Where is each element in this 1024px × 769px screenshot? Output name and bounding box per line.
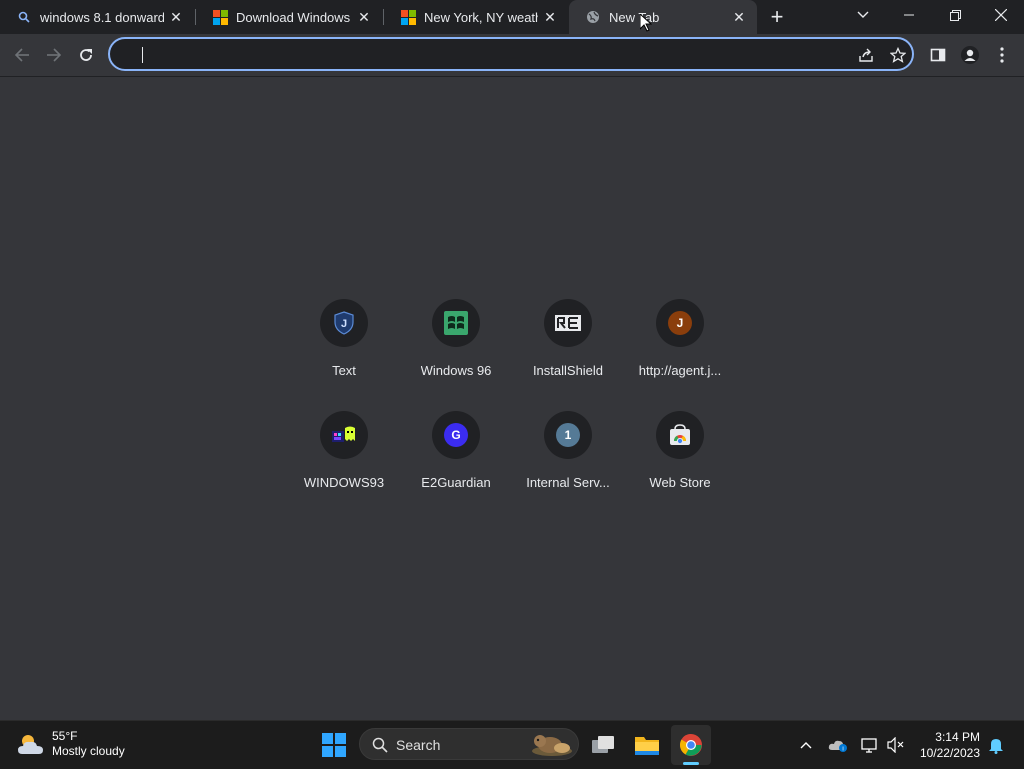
minimize-icon[interactable]: [886, 0, 932, 30]
share-icon[interactable]: [856, 45, 876, 65]
search-highlight-icon: [532, 735, 572, 756]
file-explorer-icon[interactable]: [627, 725, 667, 765]
active-app-indicator: [683, 762, 699, 765]
start-button[interactable]: [322, 733, 346, 757]
close-icon[interactable]: ✕: [731, 9, 747, 25]
taskbar: 55°F Mostly cloudy Search i 3:14 PM 10/2…: [0, 720, 1024, 769]
shortcut-tile[interactable]: Windows 96: [400, 299, 512, 411]
restore-icon[interactable]: [932, 0, 978, 30]
letter-j-icon: J: [668, 311, 692, 335]
j-shield-icon: J: [334, 311, 354, 335]
weather-temp: 55°F: [52, 729, 78, 743]
mouse-cursor-icon: [640, 14, 652, 32]
svg-text:i: i: [842, 747, 843, 753]
letter-1-icon: 1: [556, 423, 580, 447]
close-icon[interactable]: ✕: [356, 9, 372, 25]
shortcut-label: InstallShield: [532, 363, 604, 378]
taskbar-clock[interactable]: 3:14 PM 10/22/2023: [910, 729, 980, 761]
shortcut-tile[interactable]: J http://agent.j...: [624, 299, 736, 411]
shortcut-icon-wrap: [656, 411, 704, 459]
network-icon[interactable]: [860, 735, 880, 755]
close-icon[interactable]: ✕: [168, 9, 184, 25]
shortcut-label: Text: [332, 363, 356, 378]
shortcut-icon-wrap: J: [656, 299, 704, 347]
windows-logo-icon: [322, 733, 346, 757]
reload-icon[interactable]: [70, 39, 102, 71]
close-window-icon[interactable]: [978, 0, 1024, 30]
letter-g-icon: G: [444, 423, 468, 447]
shortcut-icon-wrap: [432, 299, 480, 347]
shortcut-icon-wrap: [320, 411, 368, 459]
profile-avatar-icon[interactable]: [954, 39, 986, 71]
address-bar[interactable]: [108, 37, 914, 71]
notification-bell-icon[interactable]: [986, 735, 1006, 755]
tab-new-tab[interactable]: New Tab ✕: [569, 0, 757, 34]
search-icon: [372, 737, 388, 753]
clock-date: 10/22/2023: [919, 746, 980, 760]
shortcut-icon-wrap: [544, 299, 592, 347]
tab-search-chevron-icon[interactable]: [840, 0, 886, 30]
microsoft-icon: [212, 9, 228, 25]
search-label: Search: [396, 737, 441, 753]
clock-time: 3:14 PM: [935, 730, 980, 744]
tab-title: New York, NY weather: [424, 9, 538, 25]
shortcut-label: Internal Serv...: [526, 475, 610, 490]
search-icon: [16, 9, 32, 25]
microsoft-icon: [400, 9, 416, 25]
shortcut-label: Web Store: [649, 475, 711, 490]
text-caret: [142, 47, 143, 63]
tab-strip: windows 8.1 donward ✕ Download Windows 8…: [0, 0, 1024, 34]
tab-title: Download Windows 8: [236, 9, 352, 25]
shortcut-label: WINDOWS93: [303, 475, 385, 490]
shortcut-icon-wrap: J: [320, 299, 368, 347]
shortcut-tile[interactable]: Web Store: [624, 411, 736, 523]
chrome-globe-icon: [585, 9, 601, 25]
shortcut-icon-wrap: G: [432, 411, 480, 459]
shortcut-icon-wrap: 1: [544, 411, 592, 459]
tab-title: windows 8.1 donward: [40, 9, 164, 25]
shortcut-label: E2Guardian: [421, 475, 491, 490]
volume-muted-icon[interactable]: [886, 735, 906, 755]
weather-condition: Mostly cloudy: [52, 744, 125, 758]
back-icon[interactable]: [6, 39, 38, 71]
shortcut-label: Windows 96: [420, 363, 492, 378]
tab-download-windows[interactable]: Download Windows 8 ✕: [196, 0, 382, 34]
taskbar-search[interactable]: Search: [359, 728, 579, 760]
shortcut-tile[interactable]: J Text: [288, 299, 400, 411]
onedrive-icon[interactable]: i: [828, 735, 848, 755]
toolbar: [0, 34, 1024, 77]
bookmark-star-icon[interactable]: [888, 45, 908, 65]
partly-cloudy-icon: [18, 735, 43, 754]
svg-text:J: J: [341, 318, 347, 330]
side-panel-icon[interactable]: [922, 39, 954, 71]
shortcut-tile[interactable]: WINDOWS93: [288, 411, 400, 523]
show-hidden-icons-chevron-icon[interactable]: [796, 735, 816, 755]
menu-kebab-icon[interactable]: [986, 39, 1018, 71]
web-store-icon: [670, 424, 690, 445]
windows93-icon: [332, 426, 355, 442]
tab-title: New Tab: [609, 9, 660, 25]
windows96-icon: [444, 311, 468, 335]
shortcut-tile[interactable]: G E2Guardian: [400, 411, 512, 523]
weather-widget[interactable]: 55°F Mostly cloudy: [16, 729, 125, 759]
task-view-icon[interactable]: [583, 725, 623, 765]
tab-weather[interactable]: New York, NY weather ✕: [384, 0, 568, 34]
chrome-taskbar-icon[interactable]: [671, 725, 711, 765]
shortcut-tile[interactable]: InstallShield: [512, 299, 624, 411]
close-icon[interactable]: ✕: [542, 9, 558, 25]
new-tab-button[interactable]: +: [764, 4, 790, 29]
shortcut-label: http://agent.j...: [638, 363, 722, 378]
shortcut-tile[interactable]: 1 Internal Serv...: [512, 411, 624, 523]
installshield-icon: [555, 315, 581, 331]
tab-search-windows[interactable]: windows 8.1 donward ✕: [0, 0, 194, 34]
forward-icon[interactable]: [38, 39, 70, 71]
address-input[interactable]: [126, 45, 830, 65]
